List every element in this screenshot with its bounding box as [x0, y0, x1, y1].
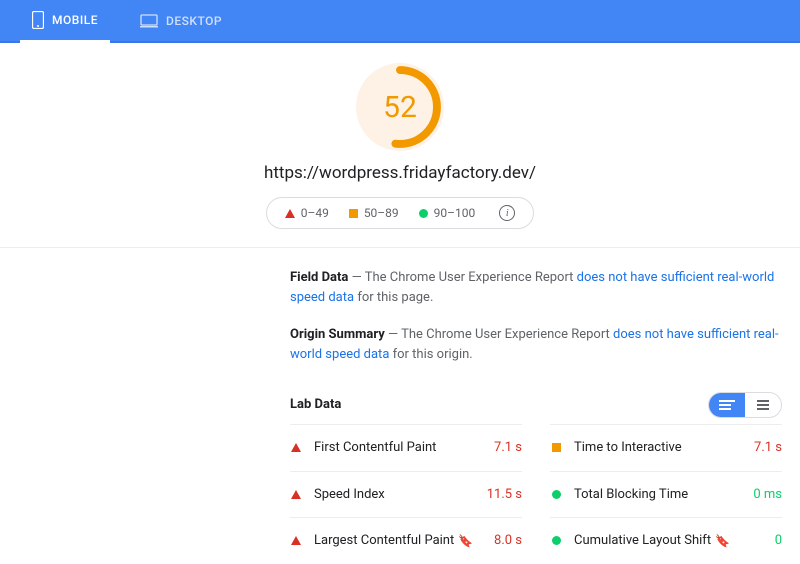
square-icon [349, 209, 358, 218]
device-tabs: MOBILE DESKTOP [0, 0, 800, 43]
score-gauge: 52 [356, 63, 444, 151]
score-legend: 0–49 50–89 90–100 i [266, 197, 535, 229]
lab-data-label: Lab Data [290, 395, 341, 415]
tab-mobile-label: MOBILE [52, 13, 98, 27]
metric-value: 0 [775, 531, 782, 551]
metric-value: 7.1 s [494, 438, 522, 458]
list-icon [757, 400, 769, 410]
circle-icon [419, 209, 428, 218]
metric-value: 0 ms [753, 485, 782, 505]
lab-data-header: Lab Data [290, 392, 782, 418]
metric-cls[interactable]: Cumulative Layout Shift🔖 0 [550, 517, 782, 564]
metric-tbt[interactable]: Total Blocking Time 0 ms [550, 471, 782, 518]
metrics-grid: First Contentful Paint 7.1 s Speed Index… [290, 424, 782, 564]
view-toggle-list[interactable] [745, 393, 781, 417]
metric-fcp[interactable]: First Contentful Paint 7.1 s [290, 424, 522, 471]
field-data-section: Field Data — The Chrome User Experience … [290, 268, 782, 307]
mobile-icon [32, 11, 44, 29]
triangle-icon [290, 443, 302, 452]
triangle-icon [285, 209, 295, 218]
metric-value: 11.5 s [487, 485, 522, 505]
metric-name: First Contentful Paint [314, 438, 494, 458]
tab-desktop[interactable]: DESKTOP [128, 0, 234, 41]
view-toggle [708, 392, 782, 418]
report-body: Field Data — The Chrome User Experience … [0, 248, 800, 564]
metric-name: Largest Contentful Paint🔖 [314, 531, 494, 551]
tab-mobile[interactable]: MOBILE [20, 0, 110, 43]
tested-url: https://wordpress.fridayfactory.dev/ [0, 163, 800, 183]
legend-good: 90–100 [419, 206, 476, 220]
bars-icon [719, 400, 735, 410]
metric-tti[interactable]: Time to Interactive 7.1 s [550, 424, 782, 471]
origin-summary-label: Origin Summary [290, 327, 385, 342]
metric-speed-index[interactable]: Speed Index 11.5 s [290, 471, 522, 518]
metric-name: Time to Interactive [574, 438, 754, 458]
origin-summary-section: Origin Summary — The Chrome User Experie… [290, 325, 782, 364]
score-section: 52 https://wordpress.fridayfactory.dev/ … [0, 43, 800, 247]
triangle-icon [290, 490, 302, 499]
info-icon[interactable]: i [499, 205, 515, 221]
triangle-icon [290, 536, 302, 545]
legend-poor: 0–49 [285, 206, 329, 220]
metric-name: Total Blocking Time [574, 485, 753, 505]
bookmark-icon: 🔖 [458, 532, 473, 550]
metric-value: 8.0 s [494, 531, 522, 551]
desktop-icon [140, 14, 158, 28]
metric-name: Speed Index [314, 485, 487, 505]
tab-desktop-label: DESKTOP [166, 14, 222, 28]
score-value: 52 [356, 63, 444, 151]
legend-average: 50–89 [349, 206, 399, 220]
field-data-label: Field Data [290, 270, 348, 285]
view-toggle-graph[interactable] [709, 393, 745, 417]
metric-value: 7.1 s [754, 438, 782, 458]
metric-lcp[interactable]: Largest Contentful Paint🔖 8.0 s [290, 517, 522, 564]
circle-icon [550, 490, 562, 499]
circle-icon [550, 536, 562, 545]
metric-name: Cumulative Layout Shift🔖 [574, 531, 775, 551]
square-icon [550, 443, 562, 452]
bookmark-icon: 🔖 [715, 532, 730, 550]
